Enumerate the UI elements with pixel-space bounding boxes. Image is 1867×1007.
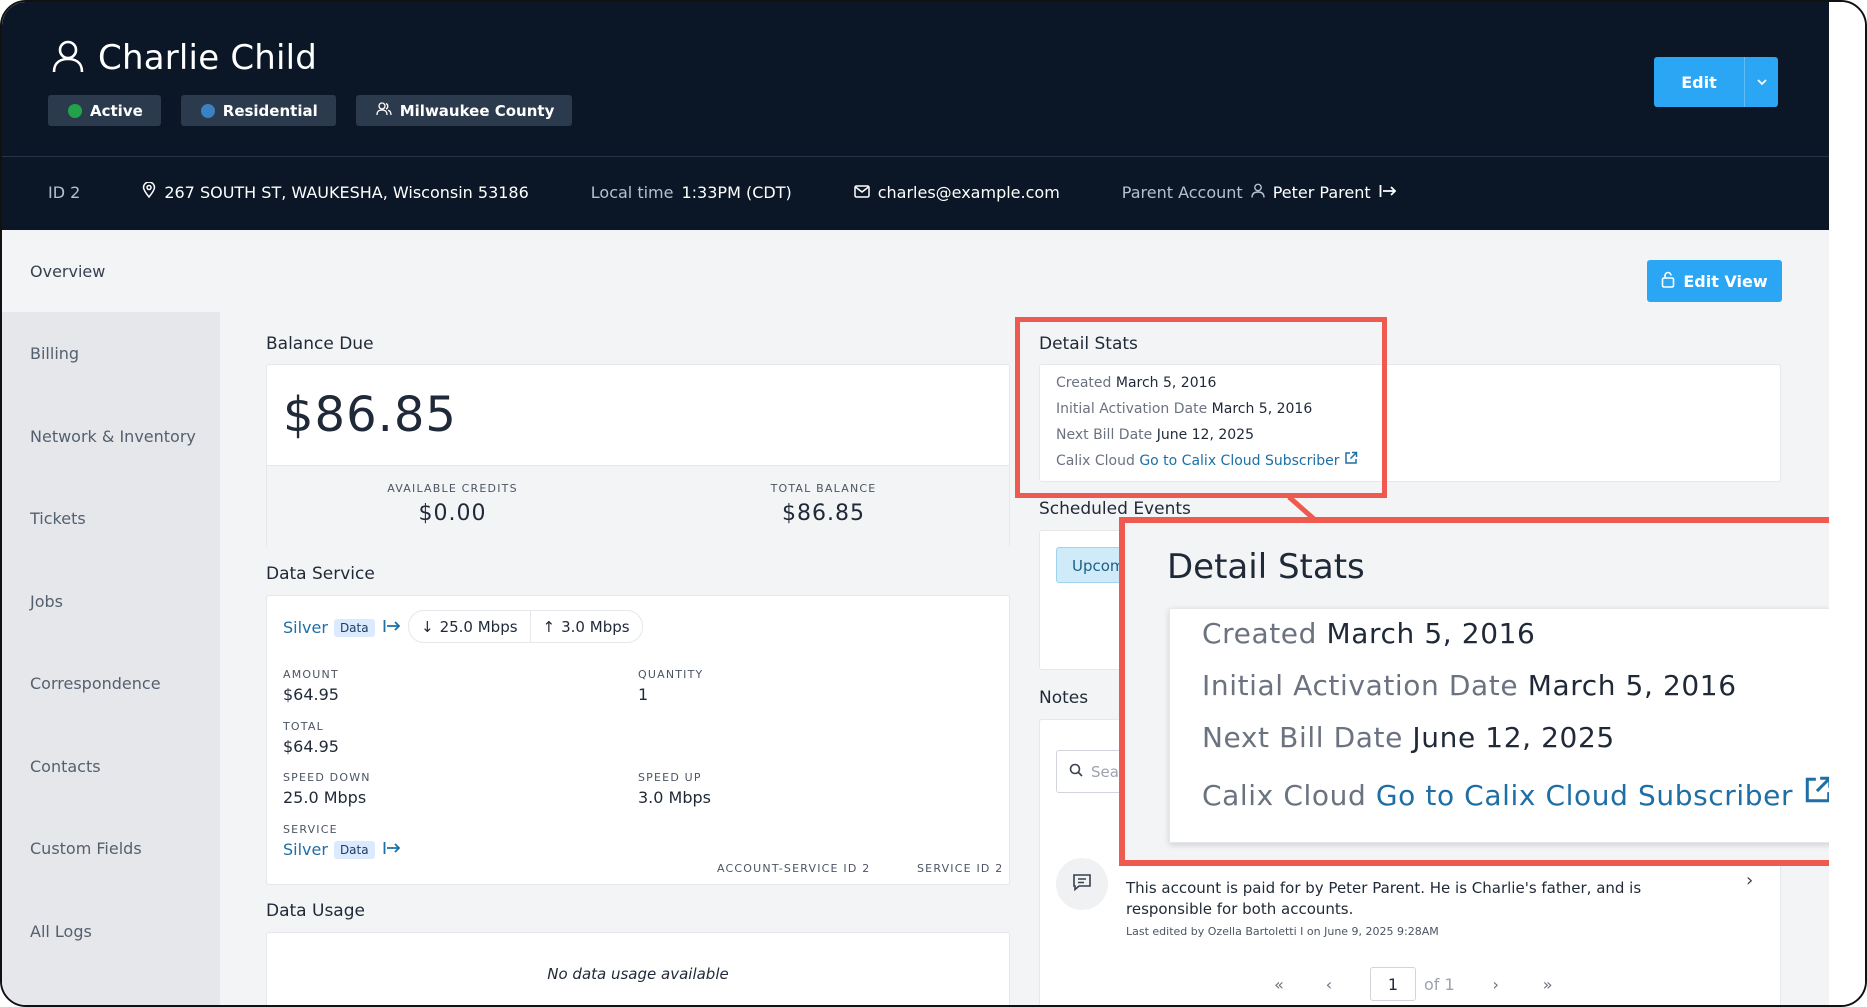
goto-arrow-icon[interactable] — [383, 618, 401, 637]
customer-header: Charlie Child Active Residential Milwauk… — [2, 2, 1829, 230]
customer-id: ID 2 — [48, 182, 81, 202]
sidebar-item-correspondence[interactable]: Correspondence — [2, 642, 220, 724]
notes-title: Notes — [1039, 688, 1089, 708]
page-count: of 1 — [1424, 974, 1455, 994]
data-usage-title: Data Usage — [266, 901, 365, 921]
chevron-down-icon[interactable] — [1744, 57, 1778, 107]
next-page-button[interactable]: › — [1481, 975, 1511, 994]
sidebar-item-contacts[interactable]: Contacts — [2, 725, 220, 807]
chevron-right-icon[interactable]: › — [1746, 870, 1753, 891]
zoom-activation-row: Initial Activation Date March 5, 2016 — [1202, 669, 1737, 702]
sidebar-item-tickets[interactable]: Tickets — [2, 477, 220, 559]
last-page-button[interactable]: » — [1533, 975, 1563, 994]
total-field: TOTAL $64.95 — [283, 720, 339, 756]
chat-icon — [1072, 873, 1092, 895]
highlight-box — [1015, 317, 1387, 498]
arrow-down-icon: ↓ — [421, 617, 434, 636]
customer-name: Charlie Child — [98, 38, 318, 78]
scheduled-events-title: Scheduled Events — [1039, 499, 1191, 519]
note-avatar — [1056, 858, 1108, 910]
zoom-detail-stats-card: Created March 5, 2016 Initial Activation… — [1169, 608, 1846, 843]
map-pin-icon — [142, 181, 156, 202]
local-time: Local time 1:33PM (CDT) — [590, 182, 792, 202]
sidebar-item-all-logs[interactable]: All Logs — [2, 890, 220, 972]
balance-amount: $86.85 — [283, 387, 457, 443]
service-field: SERVICE Silver Data — [283, 823, 401, 859]
sidebar-item-custom-fields[interactable]: Custom Fields — [2, 807, 220, 889]
prev-page-button[interactable]: ‹ — [1314, 975, 1344, 994]
service-id: SERVICE ID 2 — [917, 862, 1004, 875]
county-badge: Milwaukee County — [355, 95, 573, 126]
parent-account: Parent Account Peter Parent — [1122, 183, 1397, 202]
user-icon — [1250, 183, 1265, 202]
note-text: This account is paid for by Peter Parent… — [1126, 879, 1642, 918]
sidebar-item-network-inventory[interactable]: Network & Inventory — [2, 395, 220, 477]
users-icon — [376, 101, 392, 120]
sidebar-item-billing[interactable]: Billing — [2, 312, 220, 394]
empty-state: No data usage available — [547, 965, 729, 983]
edit-button[interactable]: Edit — [1654, 57, 1778, 107]
balance-due-title: Balance Due — [266, 334, 374, 354]
page-title: Charlie Child — [50, 38, 317, 78]
total-balance: TOTAL BALANCE $86.85 — [770, 482, 877, 526]
speed-down-field: SPEED DOWN 25.0 Mbps — [283, 771, 371, 807]
sidebar-item-jobs[interactable]: Jobs — [2, 560, 220, 642]
balance-card: $86.85 AVAILABLE CREDITS $0.00 TOTAL BAL… — [266, 364, 1010, 548]
header-divider — [2, 156, 1829, 157]
app-root: Charlie Child Active Residential Milwauk… — [2, 2, 1852, 1005]
goto-arrow-icon[interactable] — [383, 840, 401, 859]
status-badge-residential: Residential — [180, 95, 336, 126]
type-dot-icon — [200, 103, 215, 118]
status-badges: Active Residential Milwaukee County — [48, 95, 573, 126]
service-type-tag: Data — [333, 618, 375, 637]
lock-icon — [1661, 271, 1675, 292]
speed-pill: ↓ 25.0 Mbps ↑ 3.0 Mbps — [408, 610, 643, 643]
email[interactable]: charles@example.com — [853, 183, 1060, 202]
quantity-field: QUANTITY 1 — [638, 668, 704, 704]
parent-account-link[interactable]: Peter Parent — [1273, 183, 1371, 202]
service-link[interactable]: Silver — [283, 840, 328, 859]
note-meta: Last edited by Ozella Bartoletti I on Ju… — [1126, 925, 1439, 938]
mail-icon — [853, 183, 870, 202]
status-dot-icon — [68, 103, 82, 118]
account-service-id: ACCOUNT-SERVICE ID 2 — [717, 862, 871, 875]
balance-summary: AVAILABLE CREDITS $0.00 TOTAL BALANCE $8… — [267, 465, 1009, 548]
amount-field: AMOUNT $64.95 — [283, 668, 339, 704]
page-number-input[interactable]: 1 — [1370, 967, 1416, 1001]
sidebar-item-overview[interactable]: Overview — [2, 230, 220, 312]
data-usage-card: No data usage available — [266, 932, 1010, 1005]
first-page-button[interactable]: « — [1264, 975, 1294, 994]
zoom-calix-row: Calix Cloud Go to Calix Cloud Subscriber — [1202, 775, 1833, 812]
pill-divider — [529, 610, 531, 643]
zoom-detail-stats-title: Detail Stats — [1167, 547, 1365, 587]
pagination: « ‹ 1 of 1 › » — [1264, 967, 1563, 1001]
data-service-title: Data Service — [266, 564, 375, 584]
service-tag: Data — [333, 840, 375, 859]
zoom-created-row: Created March 5, 2016 — [1202, 617, 1536, 650]
status-badge-active: Active — [48, 95, 161, 126]
goto-arrow-icon[interactable] — [1379, 183, 1397, 202]
data-service-card: Silver Data ↓ 25.0 Mbps ↑ 3.0 Mbps AMOUN… — [266, 595, 1010, 885]
speed-up-field: SPEED UP 3.0 Mbps — [638, 771, 711, 807]
available-credits: AVAILABLE CREDITS $0.00 — [387, 482, 518, 526]
search-icon — [1069, 763, 1083, 781]
zoom-next-bill-row: Next Bill Date June 12, 2025 — [1202, 721, 1615, 754]
arrow-up-icon: ↑ — [542, 617, 556, 636]
customer-info-bar: ID 2 267 SOUTH ST, WAUKESHA, Wisconsin 5… — [48, 181, 1459, 202]
page-margin — [1829, 2, 1865, 1005]
zoom-callout: Detail Stats Created March 5, 2016 Initi… — [1119, 517, 1852, 866]
tab-upcoming[interactable]: Upcom — [1056, 547, 1126, 583]
zoom-calix-link[interactable]: Go to Calix Cloud Subscriber — [1376, 779, 1793, 812]
address: 267 SOUTH ST, WAUKESHA, Wisconsin 53186 — [142, 181, 529, 202]
service-plan[interactable]: Silver Data — [283, 618, 401, 637]
sidebar-nav: Overview Billing Network & Inventory Tic… — [2, 230, 220, 1005]
edit-button-label[interactable]: Edit — [1654, 57, 1744, 107]
edit-view-button[interactable]: Edit View — [1647, 260, 1782, 302]
user-icon — [50, 38, 86, 78]
service-plan-link[interactable]: Silver — [283, 618, 328, 637]
notes-search-input[interactable]: Sea — [1056, 750, 1126, 793]
